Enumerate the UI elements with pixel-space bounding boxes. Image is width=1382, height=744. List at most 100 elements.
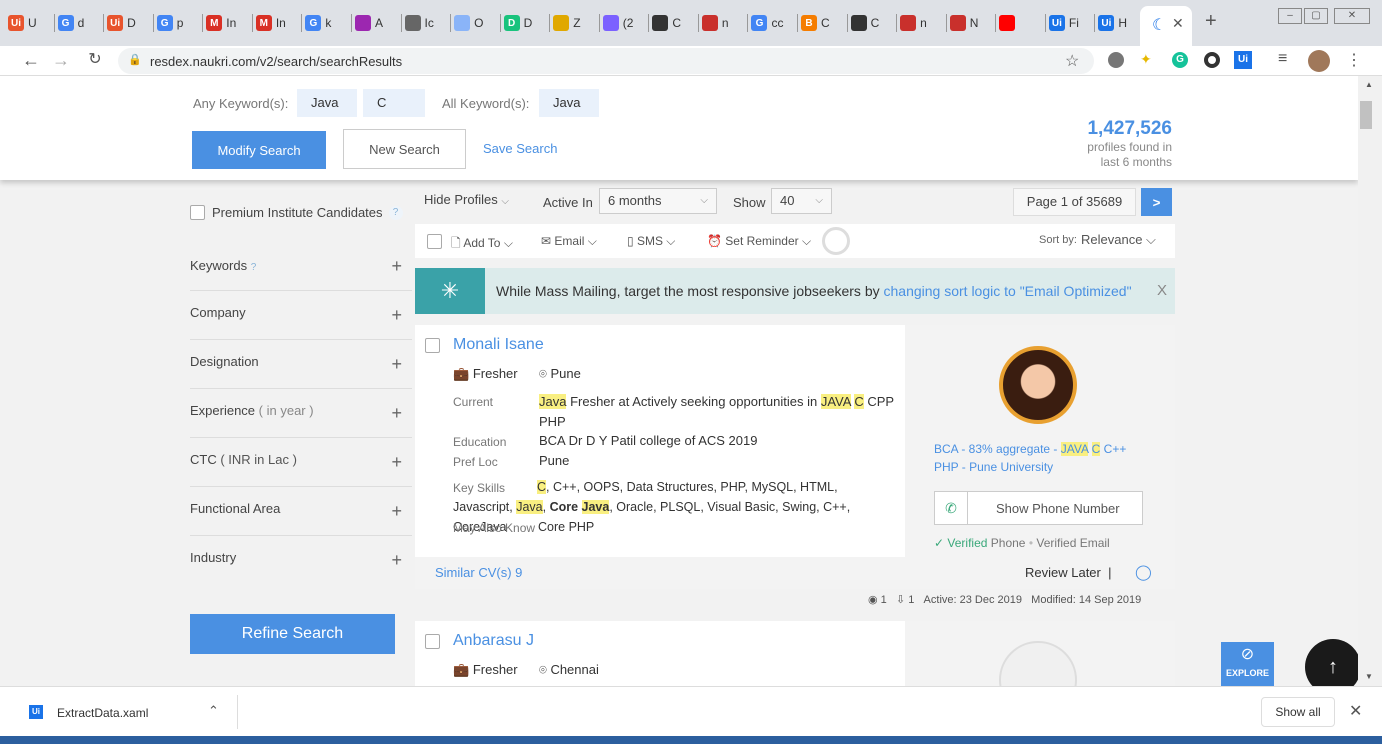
similar-cv-link[interactable]: Similar CV(s) 9 <box>435 565 522 580</box>
new-search-button[interactable]: New Search <box>343 129 466 169</box>
sms-dropdown[interactable]: ▯ SMS ⌵ <box>627 234 675 249</box>
expand-plus-icon[interactable]: + <box>391 501 402 522</box>
browser-tab[interactable]: N <box>949 8 978 38</box>
browser-tab[interactable]: Ic <box>404 8 434 38</box>
premium-checkbox[interactable] <box>190 205 205 220</box>
sort-by-value: Relevance <box>1081 232 1143 247</box>
next-page-button[interactable]: > <box>1141 188 1172 216</box>
banner-message: While Mass Mailing, target the most resp… <box>496 283 880 299</box>
all-keyword-chip[interactable]: Java <box>539 89 599 117</box>
reload-icon[interactable]: ↻ <box>84 50 106 70</box>
browser-tab[interactable]: Ui U <box>8 8 37 38</box>
sort-by-dropdown[interactable]: Relevance ⌵ <box>1081 232 1156 248</box>
close-tab-icon[interactable]: ✕ <box>1172 15 1184 32</box>
expand-plus-icon[interactable]: + <box>391 403 402 424</box>
scroll-to-top-button[interactable]: ↑ <box>1305 639 1358 686</box>
candidate-name[interactable]: Anbarasu J <box>453 632 534 650</box>
facet-ctc[interactable]: CTC ( INR in Lac ) + <box>190 438 412 487</box>
browser-tab[interactable]: Ui Fi <box>1048 8 1079 38</box>
browser-tab[interactable]: M In <box>255 8 286 38</box>
browser-tab[interactable]: Gcc <box>751 8 783 38</box>
browser-tab[interactable]: Gp <box>156 8 183 38</box>
any-keyword-chip[interactable]: C <box>363 89 425 117</box>
comment-icon[interactable]: ◯ <box>1135 563 1152 581</box>
review-later-link[interactable]: Review Later | <box>1025 565 1111 580</box>
browser-tab[interactable]: (2 <box>602 8 633 38</box>
media-icon[interactable]: ≡ <box>1278 50 1287 68</box>
browser-tab[interactable] <box>999 8 1019 38</box>
refine-search-button[interactable]: Refine Search <box>190 614 395 654</box>
browser-tab[interactable]: A <box>354 8 383 38</box>
maximize-icon[interactable]: ▢ <box>1304 8 1328 24</box>
facet-company[interactable]: Company + <box>190 291 412 340</box>
new-tab-button[interactable]: + <box>1205 10 1217 33</box>
facet-designation[interactable]: Designation + <box>190 340 412 389</box>
minimize-icon[interactable]: – <box>1278 8 1302 24</box>
set-reminder-dropdown[interactable]: ⏰ Set Reminder ⌵ <box>707 234 811 249</box>
browser-tab[interactable]: Gk <box>305 8 331 38</box>
select-all-checkbox[interactable] <box>427 234 442 249</box>
help-icon[interactable]: ? <box>251 262 257 273</box>
forward-icon[interactable]: → <box>50 50 72 70</box>
active-tab[interactable]: ☾ ✕ <box>1140 6 1192 46</box>
facet-experience[interactable]: Experience ( in year ) + <box>190 389 412 438</box>
facet-keywords[interactable]: Keywords ? + <box>190 242 412 291</box>
browser-tab[interactable]: Gd <box>57 8 84 38</box>
add-to-dropdown[interactable]: 🗋 Add To ⌵ <box>451 234 513 255</box>
extension-icon[interactable]: ✦ <box>1140 51 1152 68</box>
facet-industry[interactable]: Industry + <box>190 536 412 585</box>
menu-icon[interactable]: ⋮ <box>1346 50 1362 70</box>
uipath-icon[interactable]: Ui <box>1234 51 1252 69</box>
expand-plus-icon[interactable]: + <box>391 354 402 375</box>
location-pin-icon: ⌾ <box>539 662 547 677</box>
page-scrollbar[interactable]: ▲ ▼ <box>1358 76 1382 686</box>
browser-tab[interactable]: DD <box>503 8 532 38</box>
close-banner-icon[interactable]: X <box>1157 282 1167 299</box>
save-search-link[interactable]: Save Search <box>483 141 557 156</box>
any-keyword-chip[interactable]: Java <box>297 89 357 117</box>
browser-tab[interactable]: Z <box>553 8 581 38</box>
show-phone-button[interactable]: ✆ Show Phone Number <box>934 491 1143 525</box>
email-optimized-link[interactable]: changing sort logic to "Email Optimized" <box>884 283 1132 299</box>
grammarly-icon[interactable]: G <box>1172 52 1188 68</box>
expand-plus-icon[interactable]: + <box>391 305 402 326</box>
browser-tab[interactable]: n <box>900 8 927 38</box>
show-count-select[interactable]: 40 ⌵ <box>771 188 832 214</box>
explore-button[interactable]: ⊘ EXPLORE <box>1221 642 1274 686</box>
active-in-select[interactable]: 6 months ⌵ <box>599 188 717 214</box>
scroll-up-icon[interactable]: ▲ <box>1365 80 1373 89</box>
email-dropdown[interactable]: ✉ Email ⌵ <box>541 234 597 249</box>
extension-icon[interactable] <box>1108 52 1124 68</box>
browser-tab[interactable]: C <box>652 8 681 38</box>
browser-tab[interactable]: C <box>850 8 879 38</box>
download-file-name[interactable]: ExtractData.xaml <box>57 706 148 720</box>
expand-plus-icon[interactable]: + <box>391 256 402 277</box>
expand-plus-icon[interactable]: + <box>391 452 402 473</box>
candidate-checkbox[interactable] <box>425 634 440 649</box>
extension-icon[interactable] <box>1204 52 1220 68</box>
bookmark-star-icon[interactable]: ☆ <box>1065 51 1079 71</box>
show-all-button[interactable]: Show all <box>1261 697 1335 727</box>
candidate-name[interactable]: Monali Isane <box>453 336 544 354</box>
url-box[interactable]: 🔒 resdex.naukri.com/v2/search/searchResu… <box>118 48 1094 74</box>
facet-functional-area[interactable]: Functional Area + <box>190 487 412 536</box>
browser-tab[interactable]: M In <box>206 8 236 38</box>
browser-tab[interactable]: O <box>454 8 483 38</box>
help-icon[interactable]: ? <box>388 205 403 220</box>
back-icon[interactable]: ← <box>20 50 42 70</box>
hide-profiles-dropdown[interactable]: Hide Profiles ⌵ <box>415 188 523 214</box>
browser-tab[interactable]: BC <box>801 8 830 38</box>
profile-avatar[interactable] <box>1308 50 1330 72</box>
premium-institute-filter[interactable]: Premium Institute Candidates ? <box>190 205 403 220</box>
close-window-icon[interactable]: ✕ <box>1334 8 1370 24</box>
browser-tab[interactable]: n <box>701 8 729 38</box>
expand-plus-icon[interactable]: + <box>391 550 402 571</box>
modify-search-button[interactable]: Modify Search <box>192 131 326 169</box>
candidate-checkbox[interactable] <box>425 338 440 353</box>
scroll-down-icon[interactable]: ▼ <box>1365 672 1373 681</box>
chevron-up-icon[interactable]: ⌃ <box>208 703 219 719</box>
browser-tab[interactable]: Ui D <box>107 8 136 38</box>
browser-tab[interactable]: Ui H <box>1098 8 1127 38</box>
scrollbar-thumb[interactable] <box>1360 101 1372 129</box>
close-download-bar-icon[interactable]: ✕ <box>1349 701 1362 721</box>
